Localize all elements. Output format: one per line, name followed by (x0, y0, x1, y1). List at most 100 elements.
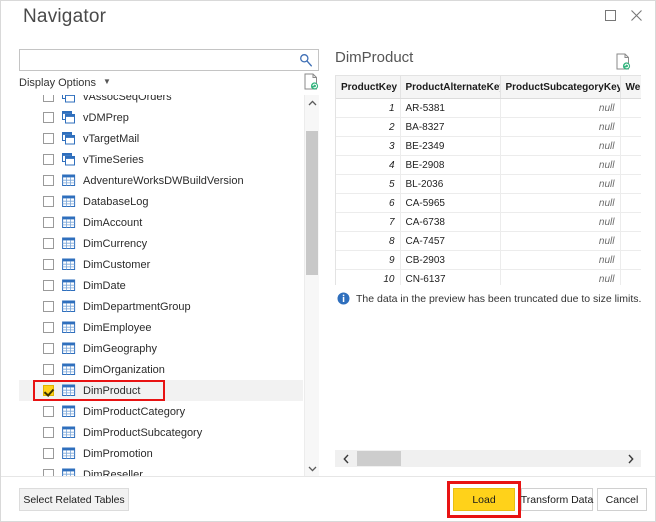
tree-item-checkbox[interactable] (43, 448, 54, 459)
table-row[interactable]: 6CA-5965null (336, 194, 641, 213)
tree-item-vdmprep[interactable]: vDMPrep (19, 107, 303, 128)
table-row[interactable]: 5BL-2036null (336, 175, 641, 194)
refresh-page-icon[interactable] (615, 53, 631, 71)
table-cell: 7 (336, 213, 400, 232)
table-icon (62, 195, 76, 208)
tree-item-dimdate[interactable]: DimDate (19, 275, 303, 296)
table-row[interactable]: 2BA-8327null (336, 118, 641, 137)
close-button[interactable] (625, 6, 647, 26)
search-input[interactable] (24, 52, 296, 71)
table-cell (620, 251, 641, 270)
table-icon (62, 300, 76, 313)
scroll-down-button[interactable] (305, 461, 319, 477)
tree-item-databaselog[interactable]: DatabaseLog (19, 191, 303, 212)
table-cell: BE-2908 (400, 156, 500, 175)
column-header[interactable]: ProductKey (336, 76, 400, 99)
tree-item-label: AdventureWorksDWBuildVersion (83, 175, 244, 187)
display-options-dropdown[interactable]: Display Options ▼ (19, 77, 111, 89)
tree-item-vtimeseries[interactable]: vTimeSeries (19, 149, 303, 170)
table-icon (62, 237, 76, 250)
tree-item-checkbox[interactable] (43, 175, 54, 186)
tree-item-checkbox[interactable] (43, 427, 54, 438)
table-cell: null (500, 99, 620, 118)
tree-list: vAssocSeqOrders vDMPrepvTargetMailvTimeSe… (19, 95, 303, 477)
table-row[interactable]: 7CA-6738null (336, 213, 641, 232)
scroll-up-button[interactable] (305, 95, 319, 111)
tree-item-checkbox[interactable] (43, 385, 54, 396)
cancel-button[interactable]: Cancel (597, 488, 647, 511)
refresh-page-icon[interactable] (303, 73, 319, 91)
tree-item-checkbox[interactable] (43, 196, 54, 207)
table-row[interactable]: 9CB-2903null (336, 251, 641, 270)
tree-item-checkbox[interactable] (43, 364, 54, 375)
tree-item-dimdepartmentgroup[interactable]: DimDepartmentGroup (19, 296, 303, 317)
tree-item-dimcurrency[interactable]: DimCurrency (19, 233, 303, 254)
tree-item-dimproduct[interactable]: DimProduct (19, 380, 303, 401)
tree-item-dimproductsubcategory[interactable]: DimProductSubcategory (19, 422, 303, 443)
tree-item-checkbox[interactable] (43, 133, 54, 144)
table-cell: CN-6137 (400, 270, 500, 286)
table-cell: CA-5965 (400, 194, 500, 213)
table-row[interactable]: 3BE-2349null (336, 137, 641, 156)
tree-item-checkbox[interactable] (43, 301, 54, 312)
maximize-button[interactable] (599, 6, 621, 26)
tree-item-checkbox[interactable] (43, 154, 54, 165)
table-icon (62, 258, 76, 271)
table-cell: null (500, 175, 620, 194)
search-box[interactable] (19, 49, 319, 71)
tree-view[interactable]: vAssocSeqOrders vDMPrepvTargetMailvTimeSe… (19, 95, 319, 477)
display-options-label: Display Options (19, 77, 96, 89)
table-row[interactable]: 1AR-5381null (336, 99, 641, 118)
scroll-right-button[interactable] (622, 450, 639, 467)
tree-item-dimorganization[interactable]: DimOrganization (19, 359, 303, 380)
tree-item-checkbox[interactable] (43, 280, 54, 291)
chevron-down-icon: ▼ (103, 77, 111, 86)
table-row[interactable]: 4BE-2908null (336, 156, 641, 175)
table-cell: 4 (336, 156, 400, 175)
preview-grid[interactable]: ProductKeyProductAlternateKeyProductSubc… (335, 75, 641, 285)
column-header[interactable]: ProductAlternateKey (400, 76, 500, 99)
table-cell: CA-7457 (400, 232, 500, 251)
tree-item-dimgeography[interactable]: DimGeography (19, 338, 303, 359)
table-cell: null (500, 137, 620, 156)
tree-item-label: DatabaseLog (83, 196, 148, 208)
tree-item-dimproductcategory[interactable]: DimProductCategory (19, 401, 303, 422)
scroll-thumb[interactable] (306, 131, 318, 275)
table-row[interactable]: 8CA-7457null (336, 232, 641, 251)
tree-item-vassocseqorders[interactable]: vAssocSeqOrders (19, 95, 303, 107)
dialog-footer: Select Related Tables Load Transform Dat… (1, 476, 655, 521)
tree-item-adventureworksdwbuildversion[interactable]: AdventureWorksDWBuildVersion (19, 170, 303, 191)
column-header[interactable]: ProductSubcategoryKey (500, 76, 620, 99)
load-button[interactable]: Load (453, 488, 515, 511)
tree-item-checkbox[interactable] (43, 217, 54, 228)
tree-item-vtargetmail[interactable]: vTargetMail (19, 128, 303, 149)
tree-item-dimpromotion[interactable]: DimPromotion (19, 443, 303, 464)
tree-item-label: vAssocSeqOrders (83, 95, 172, 103)
tree-item-checkbox[interactable] (43, 406, 54, 417)
tree-item-checkbox[interactable] (43, 95, 54, 102)
preview-title: DimProduct (335, 49, 413, 66)
tree-vertical-scrollbar[interactable] (304, 95, 319, 477)
transform-data-button[interactable]: Transform Data (521, 488, 593, 511)
tree-item-checkbox[interactable] (43, 322, 54, 333)
table-cell: 9 (336, 251, 400, 270)
search-icon[interactable] (299, 53, 313, 68)
select-related-tables-button[interactable]: Select Related Tables (19, 488, 129, 511)
table-cell (620, 99, 641, 118)
scroll-left-button[interactable] (337, 450, 354, 467)
preview-horizontal-scrollbar[interactable] (335, 450, 641, 467)
scroll-thumb[interactable] (357, 451, 401, 466)
table-row[interactable]: 10CN-6137null (336, 270, 641, 286)
table-icon (62, 426, 76, 439)
table-cell: null (500, 213, 620, 232)
tree-item-checkbox[interactable] (43, 112, 54, 123)
tree-item-dimaccount[interactable]: DimAccount (19, 212, 303, 233)
tree-item-checkbox[interactable] (43, 343, 54, 354)
table-cell: null (500, 118, 620, 137)
column-header[interactable]: Weigh (620, 76, 641, 99)
tree-item-dimemployee[interactable]: DimEmployee (19, 317, 303, 338)
table-cell: 8 (336, 232, 400, 251)
tree-item-checkbox[interactable] (43, 238, 54, 249)
tree-item-dimcustomer[interactable]: DimCustomer (19, 254, 303, 275)
tree-item-checkbox[interactable] (43, 259, 54, 270)
